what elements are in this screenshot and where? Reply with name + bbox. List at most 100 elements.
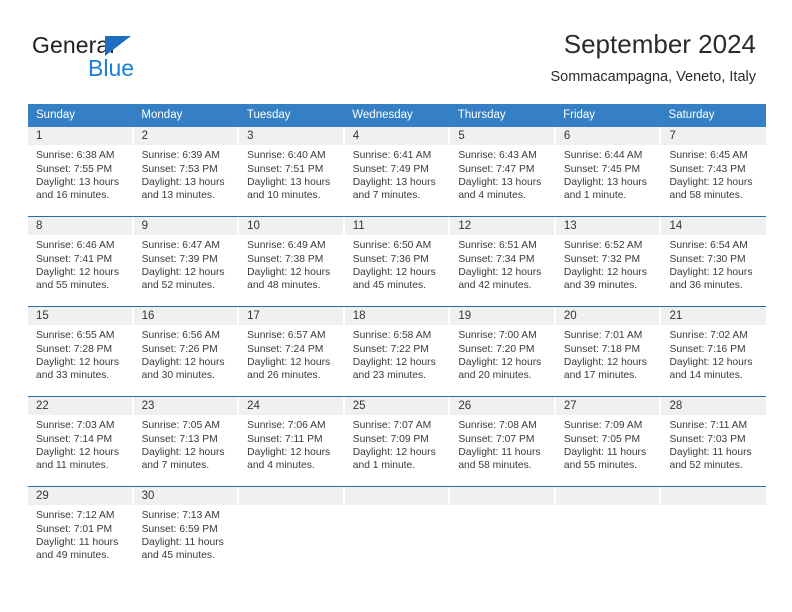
day-sun-info: Sunrise: 7:05 AM Sunset: 7:13 PM Daylight:… [134, 415, 239, 472]
day-sun-info: Sunrise: 7:11 AM Sunset: 7:03 PM Daylight:… [661, 415, 766, 472]
calendar-day-cell[interactable]: 14 Sunrise: 6:54 AM Sunset: 7:30 PM Dayligh… [661, 217, 767, 307]
sunrise-time: Sunrise: 7:02 AM [669, 330, 748, 342]
daylight-duration-line1: Daylight: 11 hours [563, 446, 647, 458]
day-sun-info: Sunrise: 7:00 AM Sunset: 7:20 PM Daylight:… [450, 325, 555, 382]
day-number [239, 487, 344, 506]
daylight-duration-line2: and 20 minutes. [458, 369, 532, 381]
daylight-duration-line1: Daylight: 11 hours [669, 446, 752, 458]
daylight-duration-line2: and 10 minutes. [247, 189, 321, 201]
day-sun-info: Sunrise: 6:54 AM Sunset: 7:30 PM Daylight:… [661, 235, 766, 292]
calendar-day-cell[interactable]: 22 Sunrise: 7:03 AM Sunset: 7:14 PM Dayligh… [28, 397, 134, 487]
page-header: General Blue September 2024 Sommacampagn… [0, 0, 792, 100]
day-number: 26 [450, 397, 555, 416]
sunrise-time: Sunrise: 7:09 AM [563, 420, 643, 432]
calendar-day-cell[interactable]: 8 Sunrise: 6:46 AM Sunset: 7:41 PM Daylight… [28, 217, 134, 307]
sunset-time: Sunset: 7:39 PM [141, 253, 218, 265]
calendar-day-cell[interactable]: 15 Sunrise: 6:55 AM Sunset: 7:28 PM Dayligh… [28, 307, 134, 397]
daylight-duration-line1: Daylight: 12 hours [352, 446, 436, 458]
calendar-day-cell[interactable]: 2 Sunrise: 6:39 AM Sunset: 7:53 PM Daylight… [133, 127, 240, 217]
sunset-time: Sunset: 7:32 PM [563, 253, 641, 265]
day-sun-info: Sunrise: 6:45 AM Sunset: 7:43 PM Daylight:… [661, 145, 766, 202]
calendar-day-cell[interactable]: 23 Sunrise: 7:05 AM Sunset: 7:13 PM Dayligh… [133, 397, 240, 487]
sunrise-time: Sunrise: 6:43 AM [458, 150, 537, 162]
calendar-day-cell[interactable]: 11 Sunrise: 6:50 AM Sunset: 7:36 PM Dayligh… [344, 217, 451, 307]
calendar-day-cell[interactable]: 16 Sunrise: 6:56 AM Sunset: 7:26 PM Dayligh… [133, 307, 240, 397]
sunrise-time: Sunrise: 7:11 AM [669, 420, 748, 432]
daylight-duration-line2: and 49 minutes. [36, 549, 110, 561]
sunset-time: Sunset: 6:59 PM [141, 523, 218, 535]
calendar-day-cell[interactable]: 21 Sunrise: 7:02 AM Sunset: 7:16 PM Dayligh… [661, 307, 767, 397]
day-number: 19 [450, 307, 555, 326]
calendar-day-cell[interactable]: 28 Sunrise: 7:11 AM Sunset: 7:03 PM Dayligh… [661, 397, 767, 487]
day-number: 27 [555, 397, 661, 416]
sunrise-time: Sunrise: 6:50 AM [352, 240, 432, 252]
calendar-day-cell[interactable]: 9 Sunrise: 6:47 AM Sunset: 7:39 PM Daylight… [133, 217, 240, 307]
calendar-day-cell[interactable]: 17 Sunrise: 6:57 AM Sunset: 7:24 PM Dayligh… [239, 307, 345, 397]
weekday-header-sunday: Sunday [36, 109, 76, 121]
calendar-day-cell[interactable]: 7 Sunrise: 6:45 AM Sunset: 7:43 PM Daylight… [661, 127, 767, 217]
day-number: 8 [28, 217, 133, 236]
calendar-day-cell[interactable]: 25 Sunrise: 7:07 AM Sunset: 7:09 PM Dayligh… [344, 397, 451, 487]
calendar-day-cell[interactable]: 10 Sunrise: 6:49 AM Sunset: 7:38 PM Dayligh… [239, 217, 345, 307]
daylight-duration-line2: and 52 minutes. [669, 459, 743, 471]
calendar-day-cell[interactable]: 26 Sunrise: 7:08 AM Sunset: 7:07 PM Dayligh… [450, 397, 556, 487]
daylight-duration-line1: Daylight: 13 hours [563, 176, 647, 188]
calendar-day-cell[interactable]: 29 Sunrise: 7:12 AM Sunset: 7:01 PM Dayligh… [28, 487, 134, 577]
calendar-day-cell[interactable]: 30 Sunrise: 7:13 AM Sunset: 6:59 PM Dayligh… [133, 487, 240, 577]
day-number: 25 [344, 397, 450, 416]
day-sun-info: Sunrise: 6:40 AM Sunset: 7:51 PM Daylight:… [239, 145, 344, 202]
calendar-day-cell[interactable]: 24 Sunrise: 7:06 AM Sunset: 7:11 PM Dayligh… [239, 397, 345, 487]
calendar-day-cell[interactable]: 1 Sunrise: 6:38 AM Sunset: 7:55 PM Daylight… [28, 127, 134, 217]
calendar-day-cell[interactable]: 20 Sunrise: 7:01 AM Sunset: 7:18 PM Dayligh… [555, 307, 662, 397]
day-number: 10 [239, 217, 344, 236]
calendar-day-cell[interactable]: 13 Sunrise: 6:52 AM Sunset: 7:32 PM Dayligh… [555, 217, 662, 307]
calendar-week-row: 1 Sunrise: 6:38 AM Sunset: 7:55 PM Daylight… [28, 127, 767, 217]
sunset-time: Sunset: 7:45 PM [563, 163, 641, 175]
calendar-week-row: 29 Sunrise: 7:12 AM Sunset: 7:01 PM Dayligh… [28, 486, 767, 577]
calendar-day-cell[interactable]: 5 Sunrise: 6:43 AM Sunset: 7:47 PM Daylight… [450, 127, 556, 217]
weekday-header-monday: Monday [141, 109, 183, 121]
day-number: 18 [344, 307, 450, 326]
calendar-day-cell[interactable]: 6 Sunrise: 6:44 AM Sunset: 7:45 PM Daylight… [555, 127, 662, 217]
day-sun-info: Sunrise: 6:51 AM Sunset: 7:34 PM Daylight:… [450, 235, 555, 292]
day-number: 9 [133, 217, 239, 236]
calendar-day-cell[interactable]: 18 Sunrise: 6:58 AM Sunset: 7:22 PM Dayligh… [344, 307, 451, 397]
calendar-cell-empty [555, 487, 662, 577]
day-number: 13 [555, 217, 661, 236]
day-sun-info: Sunrise: 6:52 AM Sunset: 7:32 PM Daylight:… [556, 235, 661, 292]
calendar-day-cell[interactable]: 19 Sunrise: 7:00 AM Sunset: 7:20 PM Dayligh… [450, 307, 556, 397]
calendar-week-row: 15 Sunrise: 6:55 AM Sunset: 7:28 PM Dayligh… [28, 306, 767, 397]
daylight-duration-line2: and 45 minutes. [352, 279, 427, 291]
daylight-duration-line1: Daylight: 12 hours [247, 266, 331, 278]
calendar-day-cell[interactable]: 12 Sunrise: 6:51 AM Sunset: 7:34 PM Dayligh… [450, 217, 556, 307]
day-sun-info: Sunrise: 6:38 AM Sunset: 7:55 PM Daylight:… [28, 145, 133, 202]
day-number [344, 487, 450, 506]
sunrise-time: Sunrise: 6:56 AM [141, 330, 220, 342]
calendar-day-cell[interactable]: 3 Sunrise: 6:40 AM Sunset: 7:51 PM Daylight… [239, 127, 345, 217]
weekday-header-thursday: Thursday [457, 109, 506, 121]
daylight-duration-line2: and 13 minutes. [141, 189, 215, 201]
sunrise-time: Sunrise: 7:12 AM [36, 510, 115, 522]
daylight-duration-line1: Daylight: 12 hours [352, 266, 436, 278]
sunset-time: Sunset: 7:18 PM [563, 343, 641, 355]
sunrise-time: Sunrise: 7:07 AM [352, 420, 432, 432]
weekday-header-friday: Friday [563, 109, 596, 121]
sunset-time: Sunset: 7:43 PM [669, 163, 746, 175]
daylight-duration-line2: and 23 minutes. [352, 369, 427, 381]
day-number: 14 [661, 217, 767, 236]
calendar-page: General Blue September 2024 Sommacampagn… [0, 0, 792, 612]
sunrise-time: Sunrise: 6:49 AM [247, 240, 326, 252]
daylight-duration-line2: and 11 minutes. [36, 459, 109, 471]
sunrise-time: Sunrise: 6:55 AM [36, 330, 115, 342]
sunset-time: Sunset: 7:09 PM [352, 433, 429, 445]
sunrise-time: Sunrise: 7:03 AM [36, 420, 115, 432]
daylight-duration-line1: Daylight: 12 hours [36, 356, 119, 368]
calendar-day-cell[interactable]: 27 Sunrise: 7:09 AM Sunset: 7:05 PM Dayligh… [555, 397, 662, 487]
daylight-duration-line1: Daylight: 12 hours [141, 356, 225, 368]
sunset-time: Sunset: 7:41 PM [36, 253, 113, 265]
sunset-time: Sunset: 7:36 PM [352, 253, 429, 265]
daylight-duration-line2: and 55 minutes. [563, 459, 638, 471]
calendar-day-cell[interactable]: 4 Sunrise: 6:41 AM Sunset: 7:49 PM Daylight… [344, 127, 451, 217]
daylight-duration-line1: Daylight: 11 hours [141, 536, 224, 548]
daylight-duration-line1: Daylight: 12 hours [36, 446, 119, 458]
